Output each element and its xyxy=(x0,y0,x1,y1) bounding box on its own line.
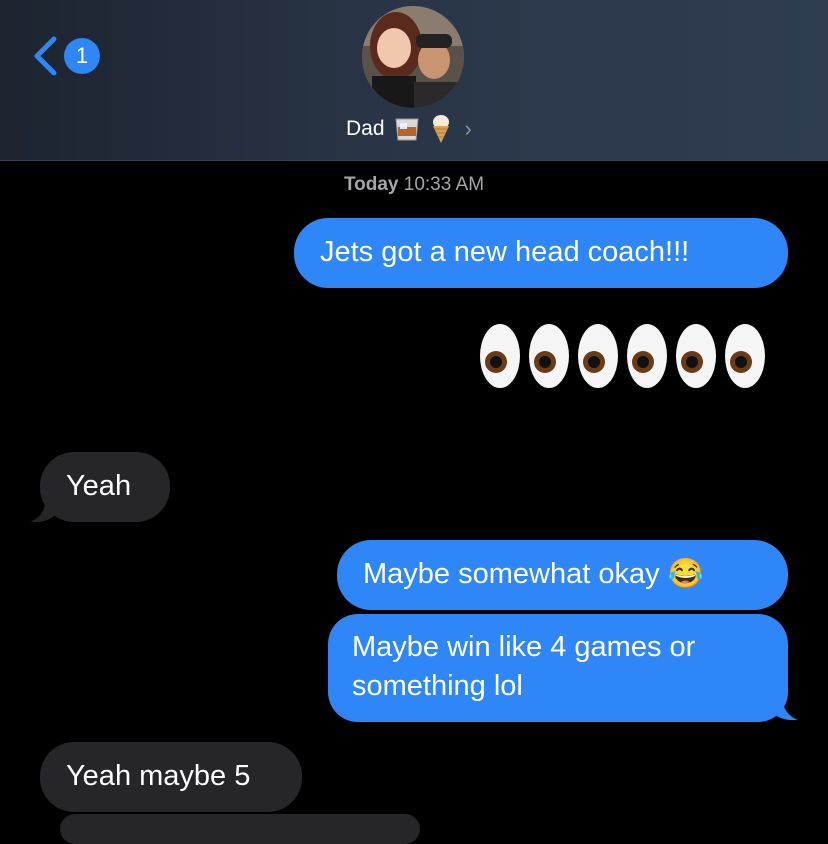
bubble-tail-sent xyxy=(770,694,798,721)
message-text: Yeah maybe 5 xyxy=(66,760,251,792)
back-button[interactable]: 1 xyxy=(32,36,100,76)
message-emoji-eyes[interactable] xyxy=(478,322,767,390)
message-bubble-sent[interactable]: Jets got a new head coach!!! xyxy=(294,218,788,288)
contact-photo xyxy=(362,6,464,108)
message-text: Yeah xyxy=(66,470,132,502)
conversation-header: 1 Dad › xyxy=(0,0,828,161)
timestamp-time: 10:33 AM xyxy=(403,174,485,195)
message-bubble-received[interactable]: Yeah xyxy=(40,452,170,522)
eye-icon xyxy=(480,324,520,388)
bubble-tail-received xyxy=(30,496,58,523)
message-text: Maybe somewhat okay 😂 xyxy=(363,558,704,590)
eye-icon xyxy=(676,324,716,388)
thread-timestamp: Today 10:33 AM xyxy=(0,174,828,196)
eye-icon xyxy=(725,324,765,388)
timestamp-day: Today xyxy=(343,174,399,195)
message-bubble-received[interactable]: Yeah maybe 5 xyxy=(40,742,302,812)
whiskey-glass-icon xyxy=(394,118,419,141)
message-text: Maybe win like 4 games or something lol xyxy=(352,631,696,702)
message-text: Jets got a new head coach!!! xyxy=(320,236,690,268)
ice-cream-cone-icon xyxy=(432,115,449,143)
avatar[interactable] xyxy=(362,6,464,108)
message-bubble-received-partial xyxy=(60,814,420,844)
message-bubble-sent[interactable]: Maybe somewhat okay 😂 xyxy=(337,540,788,610)
chevron-right-icon: › xyxy=(464,116,472,141)
eye-icon xyxy=(529,324,569,388)
contact-name-button[interactable]: Dad › xyxy=(346,114,472,144)
message-bubble-sent[interactable]: Maybe win like 4 games or something lol xyxy=(328,614,788,722)
eye-icon xyxy=(578,324,618,388)
eye-icon xyxy=(627,324,667,388)
contact-name: Dad xyxy=(346,117,385,140)
chevron-left-icon xyxy=(34,36,57,76)
unread-count-badge: 1 xyxy=(64,38,100,74)
